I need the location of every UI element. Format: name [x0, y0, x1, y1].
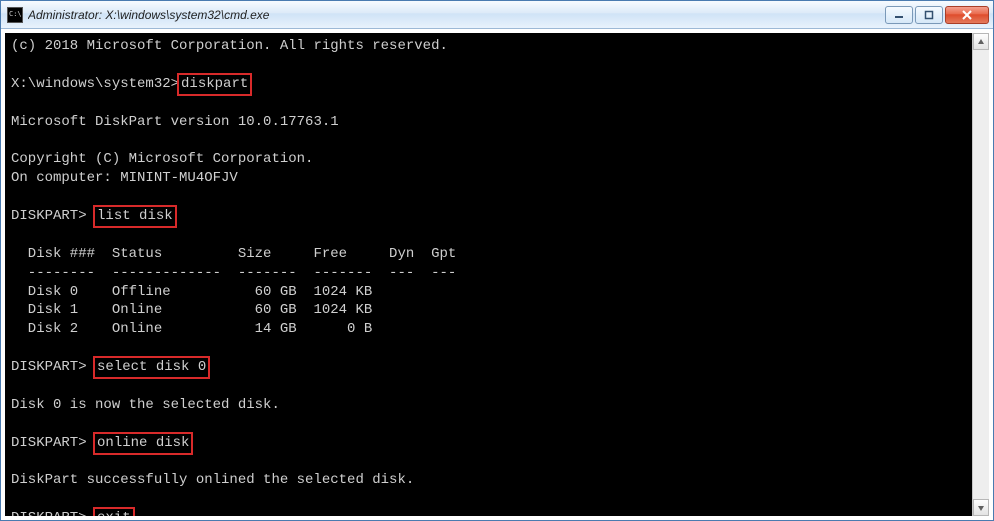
cmd-exit: exit [95, 509, 133, 516]
dp-prompt-line3: DISKPART> online disk [11, 434, 966, 453]
close-button[interactable] [945, 6, 989, 24]
close-icon [961, 10, 973, 20]
blank-line9 [11, 453, 966, 472]
minimize-button[interactable] [885, 6, 913, 24]
table-divider: -------- ------------- ------- ------- -… [11, 264, 966, 283]
table-row: Disk 1 Online 60 GB 1024 KB [11, 301, 966, 320]
minimize-icon [894, 10, 904, 20]
cmd-selectdisk: select disk 0 [95, 358, 208, 377]
window-title: Administrator: X:\windows\system32\cmd.e… [28, 8, 885, 22]
chevron-down-icon [977, 504, 985, 512]
scroll-down-button[interactable] [973, 499, 989, 516]
console-output[interactable]: (c) 2018 Microsoft Corporation. All righ… [5, 33, 972, 516]
chevron-up-icon [977, 38, 985, 46]
dp-computer: On computer: MININT-MU4OFJV [11, 169, 966, 188]
blank-line10 [11, 490, 966, 509]
dp-prompt: DISKPART> [11, 435, 87, 451]
dp-prompt: DISKPART> [11, 359, 87, 375]
dp-prompt: DISKPART> [11, 208, 87, 224]
dp-prompt: DISKPART> [11, 510, 87, 516]
cmd-icon [7, 7, 23, 23]
select-result: Disk 0 is now the selected disk. [11, 396, 966, 415]
cmd-window: Administrator: X:\windows\system32\cmd.e… [0, 0, 994, 521]
blank-line5 [11, 226, 966, 245]
blank-line6 [11, 339, 966, 358]
blank-line3 [11, 131, 966, 150]
scroll-up-button[interactable] [973, 33, 989, 50]
cmd-onlinedisk: online disk [95, 434, 191, 453]
cmd-listdisk: list disk [95, 207, 175, 226]
maximize-icon [924, 10, 934, 20]
blank-line7 [11, 377, 966, 396]
vertical-scrollbar[interactable] [972, 33, 989, 516]
dp-prompt-line2: DISKPART> select disk 0 [11, 358, 966, 377]
window-controls [885, 6, 991, 24]
blank-line [11, 56, 966, 75]
prompt-line: X:\windows\system32>diskpart [11, 75, 966, 94]
online-result: DiskPart successfully onlined the select… [11, 471, 966, 490]
dp-prompt-line4: DISKPART> exit [11, 509, 966, 516]
cmd-diskpart: diskpart [179, 75, 250, 94]
table-header: Disk ### Status Size Free Dyn Gpt [11, 245, 966, 264]
dp-copyright: Copyright (C) Microsoft Corporation. [11, 150, 966, 169]
blank-line4 [11, 188, 966, 207]
table-row: Disk 0 Offline 60 GB 1024 KB [11, 283, 966, 302]
dp-version: Microsoft DiskPart version 10.0.17763.1 [11, 113, 966, 132]
copyright-line: (c) 2018 Microsoft Corporation. All righ… [11, 37, 966, 56]
titlebar[interactable]: Administrator: X:\windows\system32\cmd.e… [1, 1, 993, 29]
table-row: Disk 2 Online 14 GB 0 B [11, 320, 966, 339]
maximize-button[interactable] [915, 6, 943, 24]
blank-line8 [11, 415, 966, 434]
scroll-track[interactable] [973, 50, 989, 499]
client-area: (c) 2018 Microsoft Corporation. All righ… [1, 29, 993, 520]
blank-line2 [11, 94, 966, 113]
dp-prompt-line: DISKPART> list disk [11, 207, 966, 226]
prompt-path: X:\windows\system32> [11, 76, 179, 92]
